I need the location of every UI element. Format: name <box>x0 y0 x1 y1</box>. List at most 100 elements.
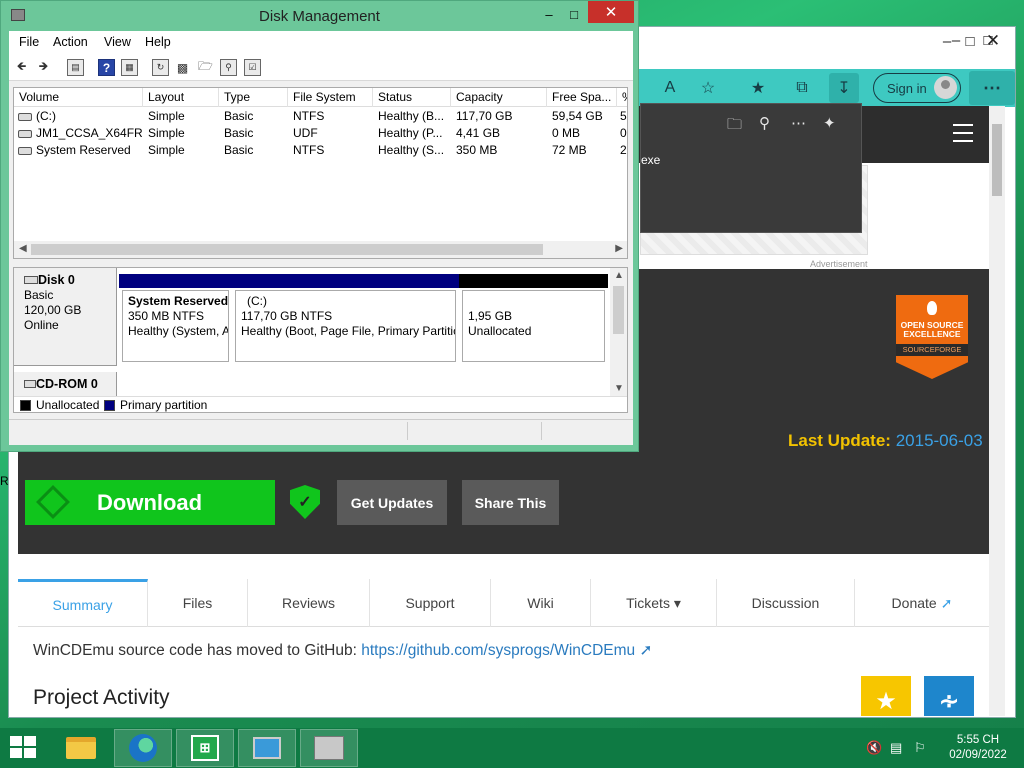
tab-wiki[interactable]: Wiki <box>491 579 591 627</box>
sign-in-button[interactable]: Sign in <box>873 73 961 103</box>
scroll-up-icon[interactable]: ▲ <box>614 270 624 281</box>
folder-icon <box>66 737 96 759</box>
forward-icon[interactable]: 🡺 <box>35 59 52 76</box>
star-icon[interactable]: ★ <box>861 676 911 716</box>
volume-muted-icon[interactable]: 🔇 <box>866 740 882 756</box>
get-updates-button[interactable]: Get Updates <box>337 480 447 525</box>
partition-info: 1,95 GB Unallocated <box>462 290 605 362</box>
back-icon[interactable]: 🡸 <box>13 59 30 76</box>
menu-help[interactable]: Help <box>145 35 171 49</box>
col-status[interactable]: Status <box>373 88 451 107</box>
col-free[interactable]: Free Spa... <box>547 88 617 107</box>
table-row[interactable]: System Reserved Simple Basic NTFS Health… <box>14 142 627 159</box>
menu-view[interactable]: View <box>104 35 131 49</box>
window-maximize-icon[interactable]: □ <box>953 28 987 54</box>
col-percent[interactable]: % <box>617 88 627 107</box>
external-link-icon: ➚ <box>940 594 953 611</box>
tab-discussion[interactable]: Discussion <box>717 579 855 627</box>
open-folder-icon[interactable]: 🗁 <box>197 59 214 76</box>
table-row[interactable]: (C:) Simple Basic NTFS Healthy (B... 117… <box>14 108 627 125</box>
tab-reviews[interactable]: Reviews <box>248 579 370 627</box>
more-options-icon[interactable]: ⋯ <box>791 114 806 132</box>
table-row[interactable]: JM1_CCSA_X64FR... Simple Basic UDF Healt… <box>14 125 627 142</box>
scroll-right-icon[interactable]: ▶ <box>615 243 623 254</box>
tab-summary[interactable]: Summary <box>18 579 148 627</box>
page-scrollbar[interactable] <box>989 106 1005 716</box>
help-icon[interactable]: ? <box>98 59 115 76</box>
download-filename[interactable]: exe <box>641 153 660 167</box>
cell-volume: JM1_CCSA_X64FR... <box>14 125 143 142</box>
explore-icon[interactable]: ⚲ <box>220 59 237 76</box>
col-capacity[interactable]: Capacity <box>451 88 547 107</box>
share-this-button[interactable]: Share This <box>462 480 559 525</box>
refresh-icon[interactable]: ↻ <box>152 59 169 76</box>
dm-maximize-button[interactable]: □ <box>561 5 587 23</box>
disk-management-taskbar-button[interactable] <box>300 729 358 767</box>
favorites-icon[interactable]: ★ <box>743 73 773 103</box>
vscroll-thumb[interactable] <box>613 286 624 334</box>
store-button[interactable]: ⊞ <box>176 729 234 767</box>
list-hscrollbar[interactable]: ◀ ▶ <box>14 241 627 258</box>
read-aloud-icon[interactable]: A <box>655 73 685 103</box>
hscroll-thumb[interactable] <box>31 244 543 255</box>
edge-icon <box>129 734 157 762</box>
tab-files[interactable]: Files <box>148 579 248 627</box>
download-icon <box>36 485 70 519</box>
menu-icon[interactable] <box>953 124 973 148</box>
graph-vscrollbar[interactable]: ▲ ▼ <box>610 268 627 396</box>
cell-volume: (C:) <box>14 108 143 125</box>
partition-c[interactable]: (C:) 117,70 GB NTFS Healthy (Boot, Page … <box>232 274 459 366</box>
show-hide-tree-icon[interactable]: ▤ <box>67 59 84 76</box>
rss-icon[interactable]: ∻ <box>924 676 974 716</box>
action-center-icon[interactable]: ⚐ <box>914 740 926 756</box>
start-button[interactable] <box>10 736 38 760</box>
partition-size: 350 MB NTFS <box>128 309 205 323</box>
col-type[interactable]: Type <box>219 88 288 107</box>
col-filesystem[interactable]: File System <box>288 88 373 107</box>
collections-icon[interactable]: ⧉ <box>787 73 817 103</box>
edge-button[interactable] <box>114 729 172 767</box>
rescan-icon[interactable]: ▩ <box>174 59 191 76</box>
add-favorite-icon[interactable]: ☆ <box>693 73 723 103</box>
dm-titlebar[interactable]: Disk Management – □ ✕ <box>1 1 638 31</box>
partition-status: Unallocated <box>468 324 532 338</box>
clock[interactable]: 5:55 CH 02/09/2022 <box>940 733 1016 763</box>
network-icon[interactable]: ▤ <box>890 740 902 756</box>
dm-close-button[interactable]: ✕ <box>588 1 634 23</box>
pin-icon[interactable]: ✦ <box>823 114 836 132</box>
col-layout[interactable]: Layout <box>143 88 219 107</box>
cell-capacity: 117,70 GB <box>456 109 513 123</box>
partition-unallocated[interactable]: 1,95 GB Unallocated <box>459 274 608 366</box>
cd-drive-icon <box>24 380 36 388</box>
github-link[interactable]: https://github.com/sysprogs/WinCDEmu <box>361 642 635 659</box>
col-volume[interactable]: Volume <box>14 88 143 107</box>
scrollbar-thumb[interactable] <box>992 124 1002 196</box>
scroll-down-icon[interactable]: ▼ <box>614 383 624 394</box>
disk0-kind: Basic <box>24 288 54 302</box>
store-icon: ⊞ <box>191 735 219 761</box>
app-button[interactable] <box>238 729 296 767</box>
cell-type: Basic <box>224 143 254 157</box>
partition-system-reserved[interactable]: System Reserved 350 MB NTFS Healthy (Sys… <box>119 274 232 366</box>
downloads-icon[interactable]: ↧ <box>829 73 859 103</box>
search-icon[interactable]: ⚲ <box>759 114 770 132</box>
file-explorer-button[interactable] <box>52 729 110 767</box>
download-button[interactable]: Download <box>25 480 275 525</box>
dm-minimize-button[interactable]: – <box>536 5 562 23</box>
disk0-label[interactable]: Disk 0 Basic 120,00 GB Online <box>14 268 117 366</box>
legend: Unallocated Primary partition <box>14 396 627 412</box>
tab-donate[interactable]: Donate ➚ <box>855 579 989 627</box>
tab-tickets[interactable]: Tickets ▾ <box>591 579 717 627</box>
more-icon[interactable]: ⋯ <box>969 71 1015 105</box>
folder-icon[interactable]: 🗀 <box>727 114 742 139</box>
checklist-icon[interactable]: ☑ <box>244 59 261 76</box>
cell-layout: Simple <box>148 126 185 140</box>
partition-bar <box>459 274 608 288</box>
properties-icon[interactable]: ▦ <box>121 59 138 76</box>
menu-action[interactable]: Action <box>53 35 88 49</box>
shield-check-icon: ✓ <box>290 485 320 519</box>
scroll-left-icon[interactable]: ◀ <box>19 243 27 254</box>
menu-file[interactable]: File <box>19 35 39 49</box>
tab-support[interactable]: Support <box>370 579 491 627</box>
sign-in-label: Sign in <box>887 80 927 96</box>
